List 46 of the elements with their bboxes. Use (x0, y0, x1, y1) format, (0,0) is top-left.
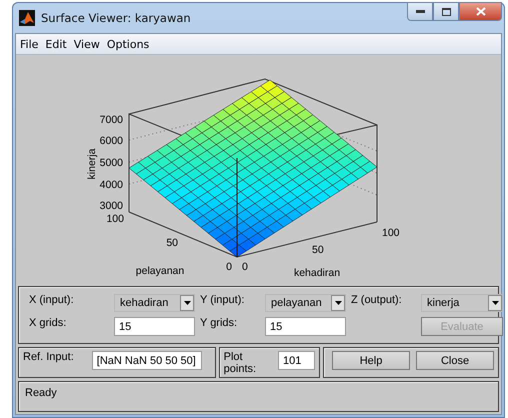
minimize-button[interactable] (407, 2, 433, 21)
axis-label: pelayanan (136, 265, 184, 277)
app-logo-icon (19, 10, 35, 26)
field-label: Y grids: (199, 317, 238, 329)
window-title: Surface Viewer: karyawan (41, 11, 192, 25)
input-field[interactable]: 101 (278, 351, 315, 370)
dropdown[interactable]: kehadiran (114, 294, 195, 312)
axis-tick-label: 50 (166, 237, 178, 249)
menu-item[interactable]: File (20, 38, 38, 50)
axis-tick-label: 4000 (100, 179, 123, 191)
input-field[interactable]: 15 (114, 317, 195, 336)
menu-item[interactable]: View (74, 38, 100, 50)
close-icon (476, 7, 486, 16)
field-label: X grids: (29, 317, 68, 329)
dropdown-arrow-icon (184, 301, 190, 305)
axis-tick-label: 100 (106, 213, 124, 225)
maximize-icon (442, 8, 450, 16)
field-label: Y (input): (199, 294, 246, 306)
menu-item[interactable]: Edit (45, 38, 67, 50)
close-dialog-button[interactable]: Close (416, 351, 494, 370)
maximize-button[interactable] (433, 2, 459, 21)
minimize-icon (416, 10, 424, 13)
dropdown[interactable]: kinerja (421, 294, 503, 312)
axis-tick-label: 0 (242, 261, 248, 273)
help-button[interactable]: Help (332, 351, 410, 370)
field-label: Z (output): (350, 294, 403, 306)
dropdown-arrow-icon (492, 301, 498, 305)
axis-tick-label: 0 (226, 261, 232, 273)
field-label: Plot points: (224, 351, 258, 375)
input-field[interactable]: [NaN NaN 50 50 50] (92, 351, 202, 370)
dropdown-arrow-icon (334, 301, 342, 305)
axis-tick-label: 3000 (100, 200, 123, 212)
dropdown[interactable]: pelayanan (265, 294, 346, 312)
axis-tick-label: 100 (382, 227, 400, 239)
axis-label: kinerja (86, 148, 98, 180)
axis-tick-label: 5000 (100, 157, 123, 169)
axis-tick-label: 6000 (100, 135, 123, 147)
field-label: X (input): (29, 294, 75, 306)
field-label: Ref. Input: (23, 351, 74, 363)
close-button[interactable] (459, 2, 502, 21)
axis-label: kehadiran (294, 267, 340, 279)
input-field[interactable]: 15 (265, 317, 346, 336)
status-text: Ready (25, 387, 57, 399)
axis-tick-label: 50 (312, 244, 324, 256)
menu-item[interactable]: Options (106, 38, 150, 50)
axis-tick-label: 7000 (100, 114, 123, 126)
